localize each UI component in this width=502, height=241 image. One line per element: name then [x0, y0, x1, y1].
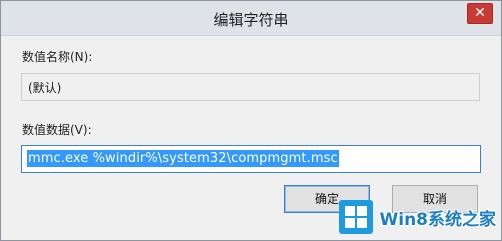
- watermark-text: Win8系统之家: [379, 209, 496, 230]
- title-bar[interactable]: 编辑字符串 ✕: [1, 1, 501, 36]
- dialog-title: 编辑字符串: [213, 11, 289, 29]
- close-icon: ✕: [474, 5, 486, 21]
- value-name-field: (默认): [21, 73, 480, 101]
- close-button[interactable]: ✕: [467, 3, 493, 24]
- watermark: Win8系统之家: [339, 199, 496, 235]
- value-data-text: mmc.exe %windir%\system32\compmgmt.msc: [27, 150, 339, 167]
- windows-logo-icon: [339, 200, 374, 234]
- value-name-label: 数值名称(N):: [22, 50, 93, 64]
- value-data-input[interactable]: mmc.exe %windir%\system32\compmgmt.msc: [21, 145, 481, 173]
- value-data-label: 数值数据(V):: [22, 123, 92, 137]
